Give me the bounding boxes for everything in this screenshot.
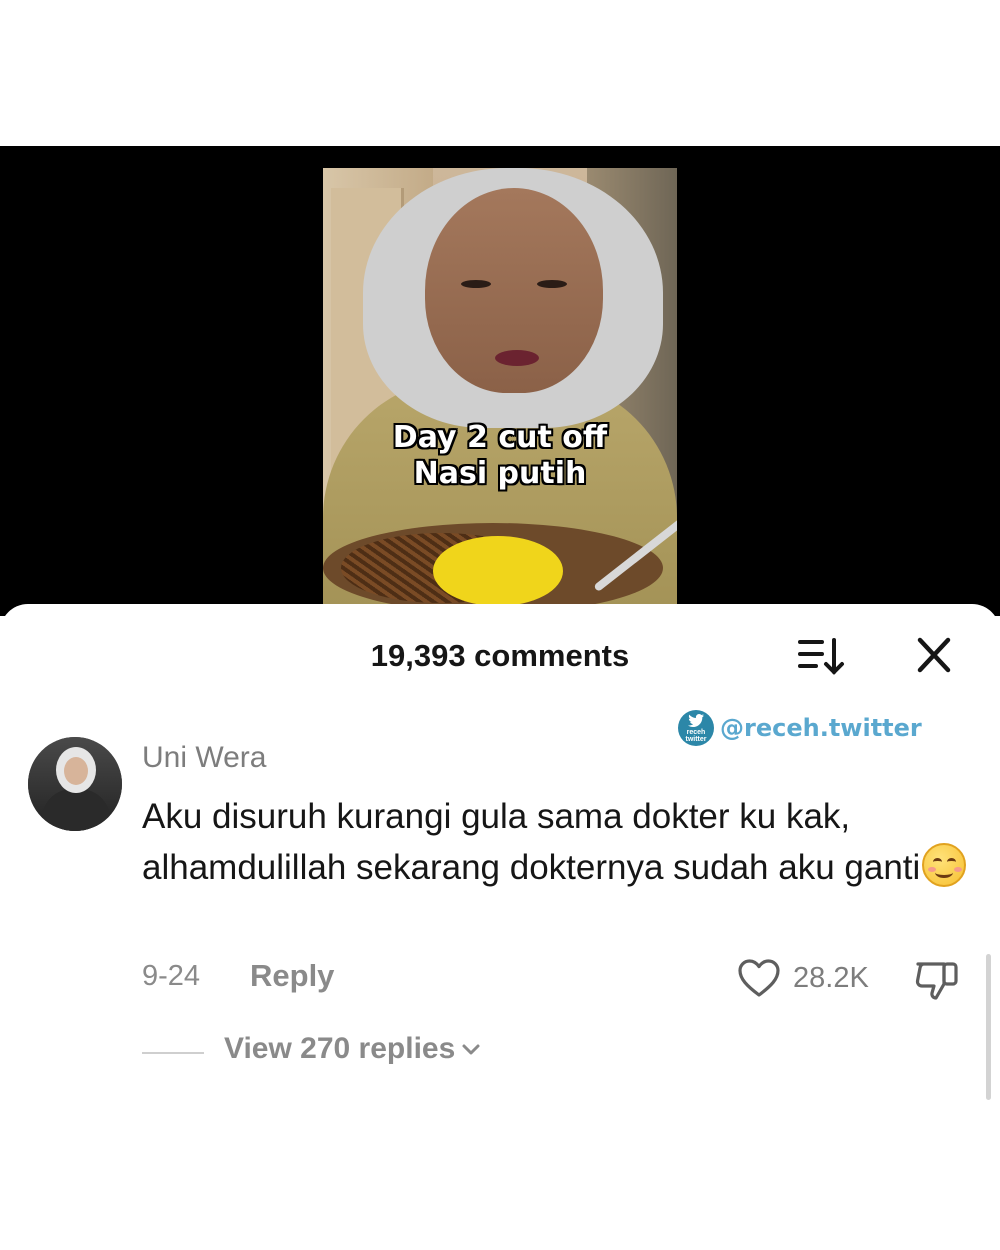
top-blank-area [0, 0, 1000, 146]
caption-line-2: Nasi putih [413, 456, 587, 491]
view-replies-label: View 270 replies [224, 1032, 456, 1065]
avatar[interactable] [28, 737, 122, 831]
thumbs-down-icon[interactable] [914, 958, 960, 1002]
replies-divider [142, 1052, 204, 1054]
like-count: 28.2K [793, 962, 869, 994]
emoji-eye-right [947, 858, 957, 866]
comment-text: Aku disuruh kurangi gula sama dokter ku … [142, 797, 921, 887]
view-replies-button[interactable]: View 270 replies [224, 1032, 481, 1066]
watermark-logo: receh twitter [678, 710, 714, 746]
close-button[interactable] [908, 632, 960, 680]
video-caption: Day 2 cut off Nasi putih [323, 420, 677, 492]
heart-icon[interactable] [737, 958, 781, 998]
video-player[interactable]: Day 2 cut off Nasi putih [0, 146, 1000, 616]
emoji-cheek-right [954, 867, 963, 872]
comment-date: 9-24 [142, 960, 201, 992]
smiling-face-emoji [922, 843, 967, 887]
reply-button[interactable]: Reply [250, 958, 334, 994]
watermark: receh twitter @receh.twitter [678, 708, 922, 748]
comment-text-block: Aku disuruh kurangi gula sama dokter ku … [142, 791, 982, 893]
avatar-face [64, 757, 88, 785]
emoji-mouth [935, 867, 954, 878]
person-face [425, 188, 603, 393]
comments-count-title: 19,393 comments [370, 638, 630, 673]
video-thumbnail[interactable]: Day 2 cut off Nasi putih [323, 168, 677, 616]
bird-icon [688, 714, 704, 727]
caption-line-1: Day 2 cut off [392, 420, 608, 455]
sort-button[interactable] [796, 634, 848, 678]
comment-username[interactable]: Uni Wera [142, 741, 266, 775]
eye-left [461, 280, 491, 288]
emoji-eye-left [933, 858, 943, 866]
sort-icon [798, 638, 844, 675]
scrollbar[interactable] [986, 954, 991, 1100]
chevron-down-icon [462, 1044, 480, 1055]
watermark-handle: @receh.twitter [720, 714, 922, 742]
comments-sheet: 19,393 comments receh twitter @receh.twi… [0, 604, 1000, 1250]
eye-right [537, 280, 567, 288]
close-icon [917, 637, 951, 673]
watermark-logo-text: receh twitter [685, 729, 707, 743]
lips [495, 350, 539, 366]
yellow-rice [433, 536, 563, 606]
